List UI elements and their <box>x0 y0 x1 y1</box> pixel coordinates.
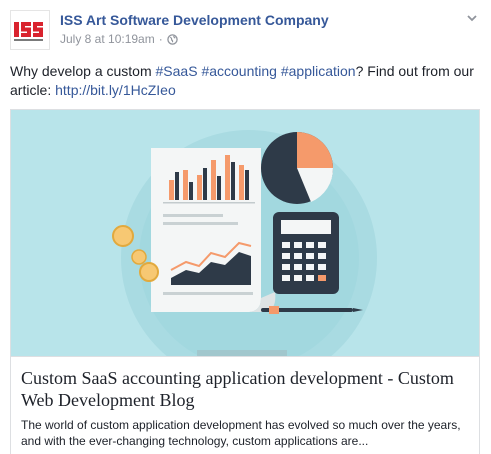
page-avatar[interactable] <box>10 10 50 50</box>
meta-separator: · <box>158 32 163 46</box>
hashtag-application[interactable]: #application <box>281 63 356 79</box>
hashtag-saas[interactable]: #SaaS <box>156 63 198 79</box>
link-preview-body[interactable]: Custom SaaS accounting application devel… <box>11 356 479 454</box>
link-preview-image[interactable] <box>11 110 479 356</box>
post-timestamp[interactable]: July 8 at 10:19am <box>60 32 155 46</box>
link-preview-description: The world of custom application developm… <box>21 418 461 448</box>
post-meta: July 8 at 10:19am · <box>60 32 178 46</box>
accounting-illustration <box>11 110 479 356</box>
iss-logo-icon <box>11 11 49 49</box>
link-preview-title[interactable]: Custom SaaS accounting application devel… <box>21 367 469 411</box>
link-preview-card[interactable]: Custom SaaS accounting application devel… <box>10 109 480 454</box>
article-link[interactable]: http://bit.ly/1HcZIeo <box>55 82 176 98</box>
globe-icon[interactable] <box>167 33 178 45</box>
facebook-post: ISS Art Software Development Company Jul… <box>0 0 491 454</box>
message-prefix: Why develop a custom <box>10 63 156 79</box>
page-name-link[interactable]: ISS Art Software Development Company <box>60 12 329 28</box>
hashtag-accounting[interactable]: #accounting <box>201 63 277 79</box>
post-message: Why develop a custom #SaaS #accounting #… <box>10 62 480 100</box>
chevron-down-icon[interactable] <box>466 12 478 24</box>
